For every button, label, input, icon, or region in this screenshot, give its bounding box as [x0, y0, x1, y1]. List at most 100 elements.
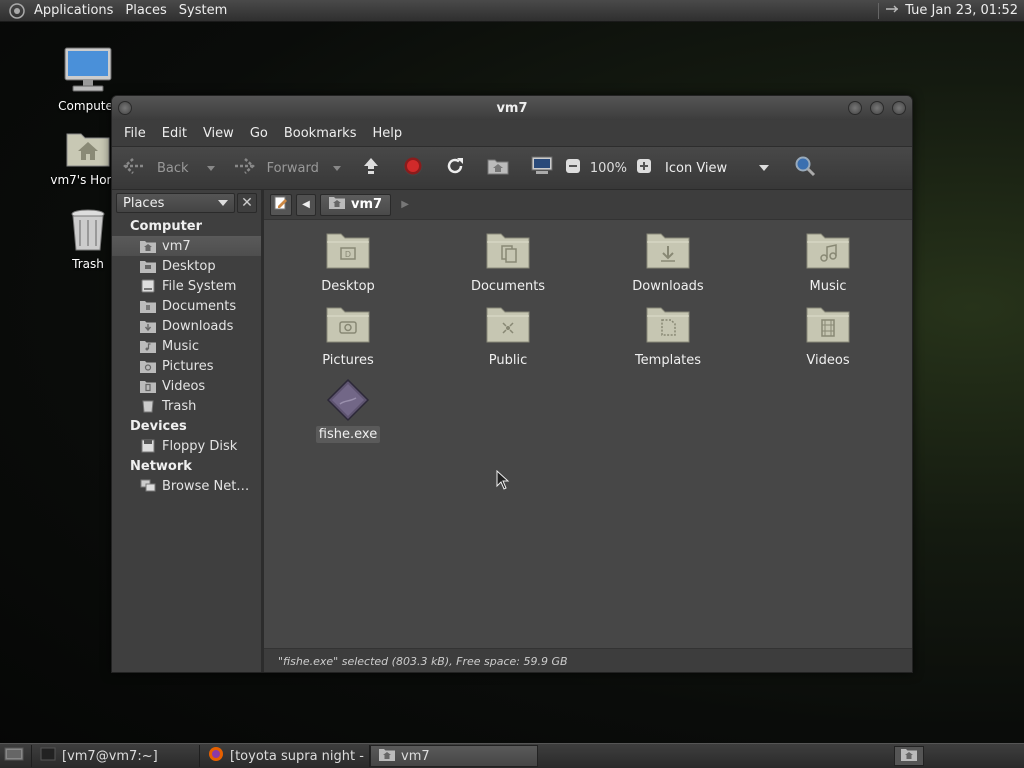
- file-item-label: Desktop: [321, 279, 375, 294]
- file-view[interactable]: ◀ vm7 ▶ D Desktop Documents Downloads Mu…: [264, 190, 912, 672]
- applications-menu[interactable]: Applications: [28, 0, 119, 22]
- downloads-folder-icon: [646, 230, 690, 274]
- sidebar-type-select[interactable]: Places: [116, 193, 235, 213]
- up-button[interactable]: [358, 156, 384, 180]
- computer-button[interactable]: [528, 156, 556, 180]
- sidebar-item-desktop[interactable]: Desktop: [112, 256, 261, 276]
- sidebar-item-downloads[interactable]: Downloads: [112, 316, 261, 336]
- menu-go[interactable]: Go: [242, 126, 276, 141]
- path-segment-vm7[interactable]: vm7: [320, 193, 392, 216]
- sidebar-item-label: File System: [162, 278, 237, 294]
- stop-icon: [403, 156, 423, 180]
- clock[interactable]: Tue Jan 23, 01:52: [905, 3, 1018, 18]
- window-menu-button[interactable]: [118, 101, 132, 115]
- network-icon: [140, 479, 156, 493]
- file-item-music[interactable]: Music: [778, 230, 878, 295]
- minimize-button[interactable]: [848, 101, 862, 115]
- folder-icon: [140, 299, 156, 313]
- file-item-label: Music: [809, 279, 847, 294]
- file-item-videos[interactable]: Videos: [778, 304, 878, 369]
- file-item-documents[interactable]: Documents: [458, 230, 558, 295]
- file-item-templates[interactable]: Templates: [618, 304, 718, 369]
- sidebar-item-vm7[interactable]: vm7: [112, 236, 261, 256]
- chevron-right-icon: ▶: [401, 199, 409, 210]
- window-body: Places ✕ Computer vm7 Desktop File Syste…: [112, 190, 912, 672]
- home-icon: [379, 748, 395, 765]
- zoom-in-button[interactable]: [633, 158, 655, 178]
- task-label: vm7: [401, 748, 430, 764]
- sidebar-item-network[interactable]: Browse Net…: [112, 476, 261, 496]
- file-item-public[interactable]: Public: [458, 304, 558, 369]
- menu-file[interactable]: File: [116, 126, 154, 141]
- sidebar-item-file-system[interactable]: File System: [112, 276, 261, 296]
- sidebar: Places ✕ Computer vm7 Desktop File Syste…: [112, 190, 264, 672]
- network-status-icon[interactable]: [885, 3, 899, 18]
- window-titlebar[interactable]: vm7: [112, 96, 912, 120]
- chevron-down-icon[interactable]: [206, 165, 215, 171]
- reload-button[interactable]: [442, 156, 468, 180]
- system-menu[interactable]: System: [173, 0, 233, 22]
- sidebar-item-label: Desktop: [162, 258, 216, 274]
- show-desktop-icon: [4, 746, 24, 766]
- menu-help[interactable]: Help: [364, 126, 410, 141]
- path-scroll-left-button[interactable]: ◀: [296, 193, 316, 216]
- task-file-manager[interactable]: vm7: [370, 745, 538, 767]
- file-item-desktop[interactable]: D Desktop: [298, 230, 398, 295]
- status-text: "fishe.exe" selected (803.3 kB), Free sp…: [278, 655, 568, 668]
- path-segment-label: vm7: [351, 197, 383, 212]
- sidebar-item-trash[interactable]: Trash: [112, 396, 261, 416]
- sidebar-item-label: Trash: [162, 398, 197, 414]
- close-button[interactable]: [892, 101, 906, 115]
- home-button[interactable]: [484, 157, 512, 179]
- file-item-label: Templates: [634, 353, 702, 368]
- computer-icon: [531, 156, 553, 180]
- gnome-foot-icon[interactable]: [6, 0, 28, 22]
- close-sidebar-button[interactable]: ✕: [237, 193, 257, 213]
- documents-folder-icon: [486, 230, 530, 274]
- search-button[interactable]: [791, 155, 819, 181]
- sidebar-item-label: Documents: [162, 298, 237, 314]
- home-icon: [901, 748, 917, 765]
- show-desktop-button[interactable]: [0, 745, 32, 767]
- top-panel: Applications Places System Tue Jan 23, 0…: [0, 0, 1024, 22]
- chevron-down-icon: [759, 165, 770, 171]
- sidebar-item-documents[interactable]: Documents: [112, 296, 261, 316]
- back-button[interactable]: Back: [120, 157, 218, 179]
- up-arrow-icon: [361, 156, 381, 180]
- task-browser[interactable]: [toyota supra night - …: [200, 745, 370, 767]
- zoom-out-icon: [565, 158, 581, 178]
- back-arrow-icon: [123, 157, 145, 179]
- stop-button[interactable]: [400, 156, 426, 180]
- home-icon: [329, 196, 345, 213]
- file-manager-window: vm7 File Edit View Go Bookmarks Help Bac…: [111, 95, 913, 673]
- maximize-button[interactable]: [870, 101, 884, 115]
- toggle-location-button[interactable]: [270, 193, 292, 216]
- toolbar: Back Forward 100% Icon View: [112, 146, 912, 190]
- menu-view[interactable]: View: [195, 126, 242, 141]
- path-scroll-right-button[interactable]: ▶: [395, 194, 415, 216]
- forward-button[interactable]: Forward: [230, 157, 344, 179]
- terminal-icon: [40, 747, 56, 765]
- sidebar-item-label: Music: [162, 338, 199, 354]
- menu-bookmarks[interactable]: Bookmarks: [276, 126, 365, 141]
- sidebar-item-floppy[interactable]: Floppy Disk: [112, 436, 261, 456]
- firefox-icon: [208, 746, 224, 766]
- forward-label: Forward: [266, 160, 319, 176]
- file-item-fishe-exe[interactable]: fishe.exe: [298, 378, 398, 443]
- workspace-switcher[interactable]: [894, 746, 924, 766]
- menu-edit[interactable]: Edit: [154, 126, 195, 141]
- view-mode-select[interactable]: Icon View: [661, 161, 773, 176]
- sidebar-item-pictures[interactable]: Pictures: [112, 356, 261, 376]
- menubar: File Edit View Go Bookmarks Help: [112, 120, 912, 146]
- sidebar-item-music[interactable]: Music: [112, 336, 261, 356]
- places-menu[interactable]: Places: [119, 0, 172, 22]
- bottom-panel: [vm7@vm7:~] [toyota supra night - … vm7: [0, 743, 1024, 768]
- task-terminal[interactable]: [vm7@vm7:~]: [32, 745, 200, 767]
- file-item-pictures[interactable]: Pictures: [298, 304, 398, 369]
- file-item-label: fishe.exe: [315, 426, 381, 443]
- sidebar-header: Places ✕: [112, 190, 261, 216]
- file-item-downloads[interactable]: Downloads: [618, 230, 718, 295]
- zoom-out-button[interactable]: [562, 158, 584, 178]
- sidebar-item-videos[interactable]: Videos: [112, 376, 261, 396]
- chevron-down-icon[interactable]: [332, 165, 341, 171]
